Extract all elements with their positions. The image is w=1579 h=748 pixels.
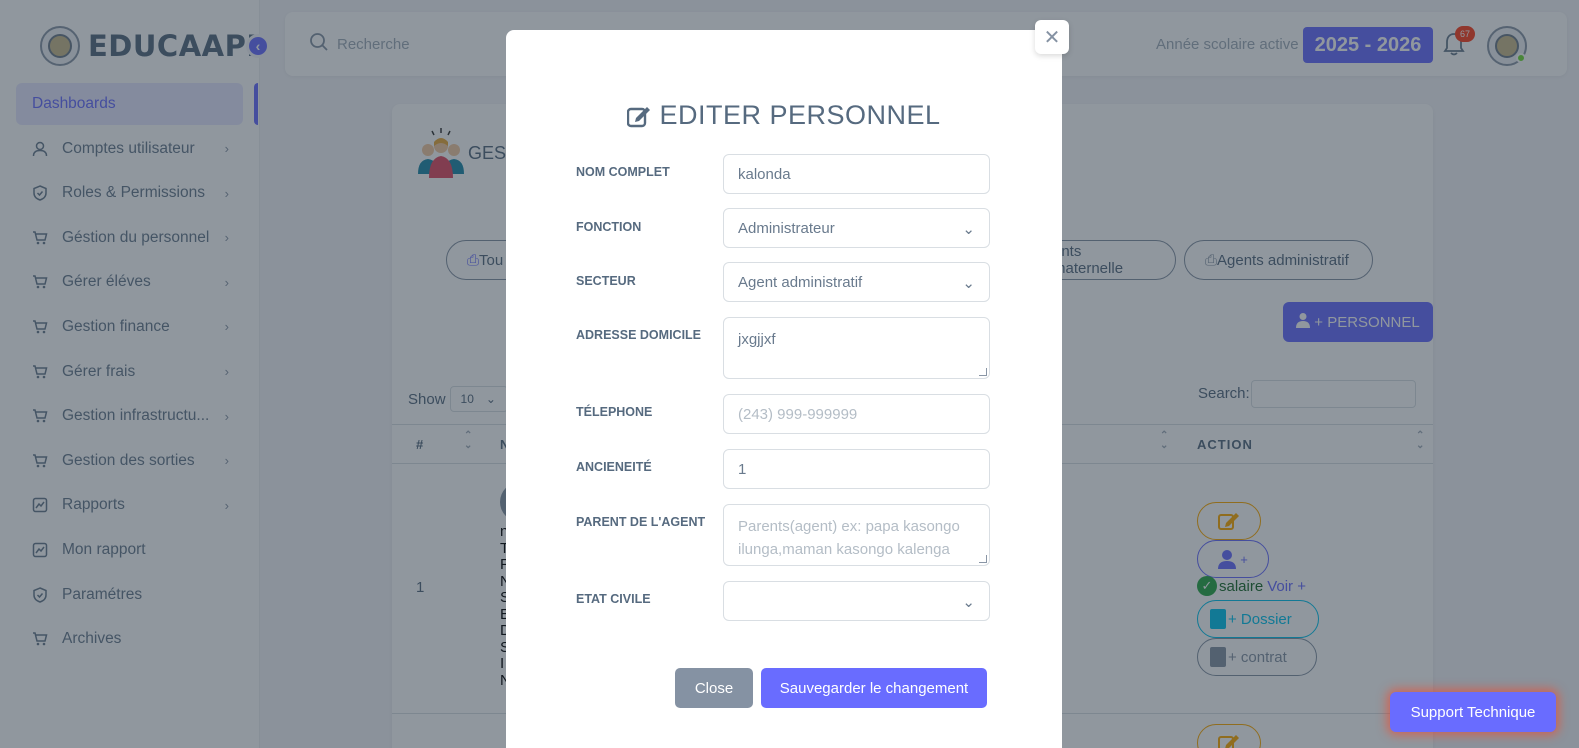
telephone-placeholder: (243) 999-999999 — [738, 405, 858, 423]
adresse-label: ADRESSE DOMICILE — [576, 328, 702, 342]
fonction-value: Administrateur — [738, 219, 835, 237]
telephone-label: TÉLEPHONE — [576, 405, 653, 419]
secteur-value: Agent administratif — [738, 273, 863, 291]
nom-label: NOM COMPLET — [576, 165, 670, 179]
close-icon[interactable]: ✕ — [1035, 20, 1069, 54]
anciennete-value: 1 — [738, 460, 747, 478]
anciennete-input[interactable]: 1 — [723, 449, 990, 489]
modal-title: EDITER PERSONNEL — [506, 100, 1062, 131]
secteur-select[interactable]: Agent administratif ⌄ — [723, 262, 990, 302]
parent-placeholder: Parents(agent) ex: papa kasongo ilunga,m… — [738, 518, 960, 558]
edit-icon — [627, 104, 651, 128]
fonction-select[interactable]: Administrateur ⌄ — [723, 208, 990, 248]
edit-personnel-modal: EDITER PERSONNEL NOM COMPLET kalonda FON… — [506, 30, 1062, 748]
chevron-down-icon: ⌄ — [962, 275, 975, 292]
etat-label: ETAT CIVILE — [576, 592, 651, 606]
anciennete-label: ANCIENEITÉ — [576, 460, 652, 474]
nom-value: kalonda — [738, 165, 791, 183]
chevron-down-icon: ⌄ — [962, 221, 975, 238]
save-button[interactable]: Sauvegarder le changement — [761, 668, 987, 708]
fonction-label: FONCTION — [576, 220, 642, 234]
support-button[interactable]: Support Technique — [1390, 692, 1556, 732]
adresse-value: jxgjjxf — [738, 331, 776, 348]
resize-handle[interactable] — [979, 555, 987, 563]
modal-title-text: EDITER PERSONNEL — [659, 100, 941, 130]
parent-textarea[interactable]: Parents(agent) ex: papa kasongo ilunga,m… — [723, 504, 990, 566]
secteur-label: SECTEUR — [576, 274, 636, 288]
close-button[interactable]: Close — [675, 668, 753, 708]
parent-label: PARENT DE L'AGENT — [576, 515, 706, 529]
adresse-textarea[interactable]: jxgjjxf — [723, 317, 990, 379]
nom-complet-input[interactable]: kalonda — [723, 154, 990, 194]
resize-handle[interactable] — [979, 368, 987, 376]
chevron-down-icon: ⌄ — [962, 594, 975, 611]
etat-civile-select[interactable]: ⌄ — [723, 581, 990, 621]
telephone-input[interactable]: (243) 999-999999 — [723, 394, 990, 434]
